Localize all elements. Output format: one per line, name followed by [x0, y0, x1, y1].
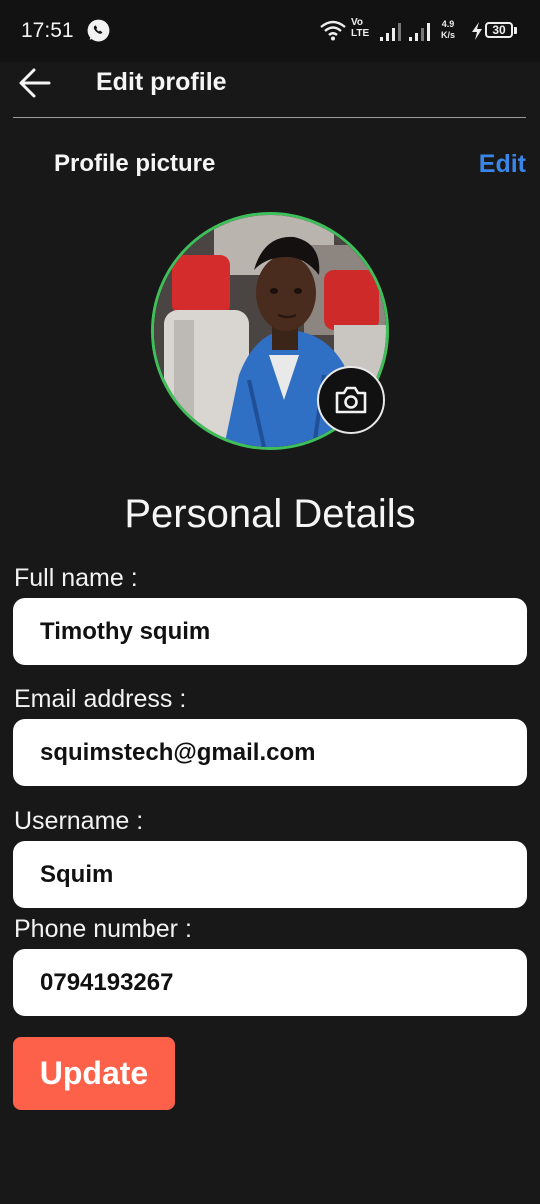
charging-icon [472, 22, 482, 40]
whatsapp-icon [87, 19, 110, 42]
change-photo-button[interactable] [317, 366, 385, 434]
username-input[interactable] [13, 841, 527, 908]
email-label: Email address : [14, 685, 187, 713]
battery-icon: 30 [485, 22, 513, 38]
phone-number-label: Phone number : [14, 915, 192, 943]
volte-indicator: Vo LTE [351, 17, 370, 39]
camera-icon [335, 386, 367, 414]
status-bar: 17:51 Vo LTE 4.9 K/s 30 [0, 0, 540, 62]
wifi-icon [320, 20, 346, 41]
email-input[interactable] [13, 719, 527, 786]
page-title: Edit profile [96, 68, 227, 96]
header-divider [13, 117, 526, 118]
full-name-input[interactable] [13, 598, 527, 665]
signal-icon [409, 23, 430, 41]
edit-profile-picture-link[interactable]: Edit [479, 150, 526, 179]
arrow-left-icon[interactable] [17, 65, 53, 101]
profile-picture-label: Profile picture [54, 150, 216, 177]
personal-details-heading: Personal Details [124, 492, 416, 536]
signal-icon [380, 23, 401, 41]
update-button[interactable]: Update [13, 1037, 175, 1110]
username-label: Username : [14, 807, 144, 835]
phone-number-input[interactable] [13, 949, 527, 1016]
status-time: 17:51 [21, 19, 74, 42]
full-name-label: Full name : [14, 564, 138, 592]
battery-tip [514, 27, 517, 34]
network-speed: 4.9 K/s [441, 19, 456, 40]
